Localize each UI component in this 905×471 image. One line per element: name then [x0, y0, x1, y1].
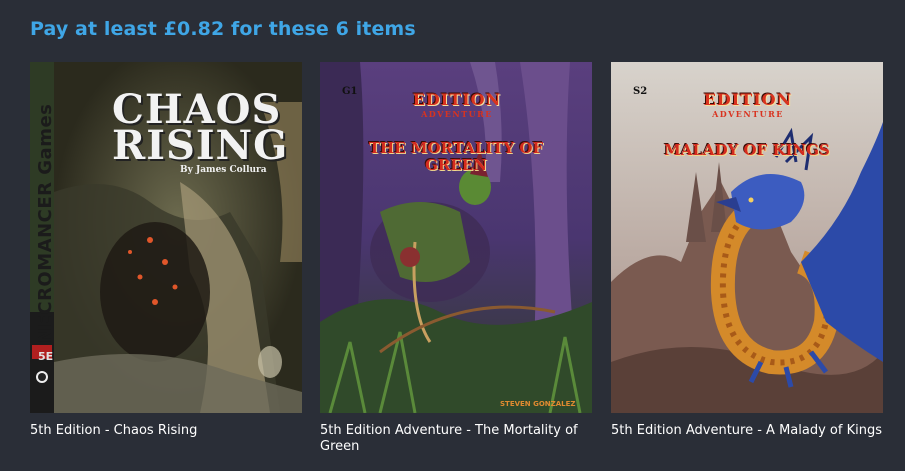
edition-logo-subtext: ADVENTURE	[712, 109, 784, 119]
module-code: S2	[633, 86, 648, 97]
page-heading: Pay at least £0.82 for these 6 items	[30, 18, 416, 40]
edition-badge: 5E	[38, 350, 54, 363]
product-card[interactable]: G1 EDITION ADVENTURE THE MORTALITY OF GR…	[320, 62, 592, 455]
item-title[interactable]: 5th Edition Adventure - The Mortality of…	[320, 423, 592, 455]
edition-logo: EDITION ADVENTURE	[673, 90, 823, 119]
edition-logo-text: EDITION	[703, 90, 793, 109]
product-card[interactable]: CHAOS RISING By James Collura NECROMANCE…	[30, 62, 302, 439]
cover-author-text: By James Collura	[180, 165, 267, 175]
module-code: G1	[342, 86, 358, 97]
cover-title-text: CHAOS RISING	[112, 86, 289, 169]
cover-title-text: THE MORTALITY OF GREEN	[368, 139, 544, 174]
item-title[interactable]: 5th Edition - Chaos Rising	[30, 423, 302, 439]
edition-logo-text: EDITION	[412, 90, 502, 109]
item-title[interactable]: 5th Edition Adventure - A Malady of King…	[611, 423, 883, 439]
cover-image[interactable]: S2 EDITION ADVENTURE MALADY OF KINGS	[611, 62, 883, 413]
edition-logo: EDITION ADVENTURE	[382, 90, 532, 119]
cover-title-text: MALADY OF KINGS	[664, 141, 830, 159]
cover-image[interactable]: G1 EDITION ADVENTURE THE MORTALITY OF GR…	[320, 62, 592, 413]
publisher-side-text: NECROMANCER Games	[35, 103, 56, 343]
cover-author-text: STEVEN GONZALEZ	[500, 400, 576, 408]
edition-logo-subtext: ADVENTURE	[421, 109, 493, 119]
product-card[interactable]: S2 EDITION ADVENTURE MALADY OF KINGS 5th…	[611, 62, 883, 439]
cover-image[interactable]: CHAOS RISING By James Collura NECROMANCE…	[30, 62, 302, 413]
